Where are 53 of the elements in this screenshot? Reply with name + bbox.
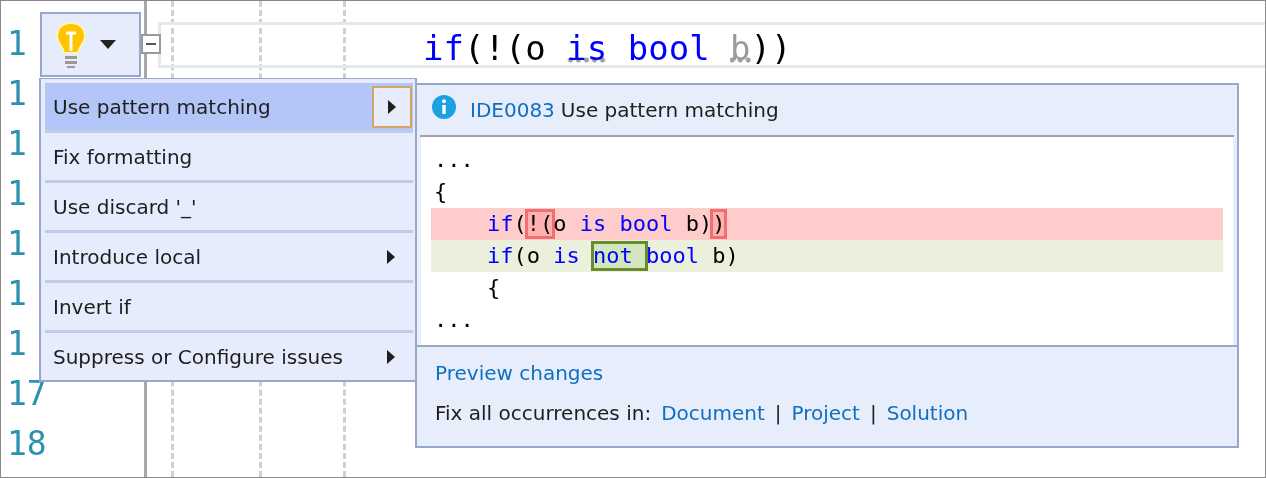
code-token: bool xyxy=(645,243,699,269)
separator: | xyxy=(869,401,877,425)
code-token: b) xyxy=(711,243,739,269)
diagnostic-id-link[interactable]: IDE0083 xyxy=(470,98,555,122)
menu-item[interactable]: Suppress or Configure issues xyxy=(45,333,413,380)
menu-item[interactable]: Introduce local xyxy=(45,233,413,283)
code-token: )) xyxy=(750,27,792,70)
menu-item[interactable]: Use discard '_' xyxy=(45,183,413,233)
code-token: if xyxy=(485,243,514,269)
line-number: 1 xyxy=(7,226,27,260)
line-number: 17 xyxy=(7,376,47,410)
line-number: 1 xyxy=(7,76,27,110)
scope-link[interactable]: Document xyxy=(661,401,765,425)
code-token: (!(o xyxy=(463,27,547,70)
code-token: o xyxy=(553,211,568,237)
line-number: 18 xyxy=(7,426,47,460)
code-token: bool xyxy=(626,27,711,70)
submenu-arrow-icon xyxy=(387,249,395,264)
code-token: b) xyxy=(684,211,713,237)
collapse-icon[interactable] xyxy=(141,34,161,54)
code-token: is bool xyxy=(579,211,673,237)
scope-link[interactable]: Project xyxy=(791,401,860,425)
info-icon xyxy=(432,95,456,119)
submenu-arrow-icon xyxy=(388,99,396,114)
fix-all-label: Fix all occurrences in: xyxy=(435,401,652,425)
line-number: 1 xyxy=(7,276,27,310)
code-token: ... xyxy=(434,147,474,173)
menu-item[interactable]: Invert if xyxy=(45,283,413,333)
code-token: if xyxy=(485,211,514,237)
code-token: is xyxy=(553,243,581,269)
line-number: 1 xyxy=(7,26,27,60)
caret-icon xyxy=(100,39,116,50)
code-token: ( xyxy=(513,211,527,237)
submenu-arrow-icon xyxy=(387,349,395,364)
separator: | xyxy=(774,401,782,425)
menu-item[interactable]: Use pattern matching xyxy=(45,83,413,133)
code-token: ... xyxy=(434,307,474,333)
preview-changes-link[interactable]: Preview changes xyxy=(435,361,604,385)
lightbulb-icon xyxy=(56,20,86,69)
submenu-button[interactable] xyxy=(372,85,412,128)
scope-link[interactable]: Solution xyxy=(886,401,969,425)
line-number: 1 xyxy=(7,326,27,360)
code-token: (o xyxy=(513,243,541,269)
code-token: if xyxy=(423,27,464,70)
code-token: not xyxy=(593,243,646,269)
code-token: { xyxy=(434,179,448,205)
code-token: ) xyxy=(712,211,726,237)
code-token: !( xyxy=(526,211,554,237)
line-number: 1 xyxy=(7,176,27,210)
line-number: 1 xyxy=(7,126,27,160)
menu-item[interactable]: Fix formatting xyxy=(45,133,413,183)
code-token: { xyxy=(485,275,501,301)
popup-title: Use pattern matching xyxy=(560,98,779,122)
